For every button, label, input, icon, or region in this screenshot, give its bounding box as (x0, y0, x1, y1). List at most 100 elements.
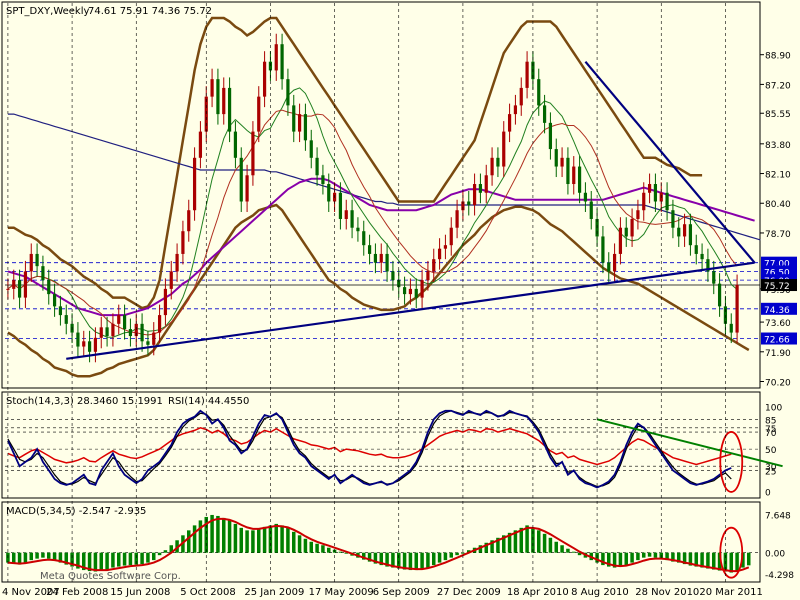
candle-body (192, 157, 197, 211)
candle-body (618, 227, 623, 254)
macd-bar (747, 552, 751, 566)
candle-body (128, 329, 133, 337)
candle-body (572, 166, 576, 185)
macd-bar (548, 537, 553, 553)
stoch-tick-label: 70 (765, 429, 777, 439)
candle-body (29, 253, 33, 272)
macd-bar (146, 552, 150, 563)
macd-bar (432, 552, 436, 566)
x-tick-label: 5 Oct 2008 (180, 587, 235, 598)
candle-body (636, 210, 640, 219)
candle-body (6, 288, 10, 290)
candle-body (222, 87, 226, 115)
price-ohlc: 74.61 75.91 74.36 75.72 (88, 6, 212, 17)
candle-body (665, 192, 669, 211)
copyright-annotation: Meta Quotes Software Corp. (40, 571, 181, 582)
macd-bar (23, 552, 28, 563)
candle-body (414, 288, 418, 298)
candle-body (525, 61, 529, 88)
macd-bar (642, 552, 646, 558)
candle-body (280, 44, 284, 80)
candle-body (537, 79, 541, 106)
macd-bar (437, 552, 442, 563)
level-label: 72.66 (764, 336, 790, 346)
macd-bar (443, 552, 448, 561)
candle-body (402, 287, 407, 295)
macd-bar (414, 552, 418, 571)
macd-bar (262, 526, 267, 553)
macd-bar (653, 552, 658, 558)
candle-body (577, 166, 582, 193)
candle-body (362, 231, 366, 246)
macd-bar (321, 545, 325, 553)
macd-bar (257, 528, 261, 553)
candle-body (87, 341, 92, 352)
candle-body (35, 253, 39, 267)
candle-body (122, 315, 127, 330)
stoch-title: Stoch(14,3,3) 28.3460 15.1991 (6, 396, 163, 407)
candle-body (187, 210, 191, 232)
y-tick-label: 87.20 (765, 81, 791, 91)
candle-body (548, 122, 553, 150)
candle-body (478, 184, 483, 193)
macd-bar (111, 552, 115, 568)
macd-bar (41, 552, 45, 558)
candle-body (227, 87, 232, 132)
candle-body (350, 210, 354, 228)
candle-body (262, 61, 267, 97)
candle-body (111, 323, 115, 337)
x-tick-label: 8 Aug 2010 (571, 587, 629, 598)
candle-body (379, 253, 383, 263)
candle-body (607, 262, 611, 272)
macd-bar (163, 550, 168, 553)
macd-bar (274, 523, 278, 553)
candle-body (12, 280, 16, 289)
rsi-title: RSI(14) 44.4550 (168, 396, 249, 407)
candle-body (175, 253, 179, 272)
candle-body (245, 175, 249, 202)
macd-bar (227, 520, 232, 553)
macd-bar (99, 552, 103, 571)
macd-bar (192, 525, 197, 553)
stoch-tick-label: 0 (765, 489, 771, 499)
macd-tick-label: 0.00 (765, 550, 785, 560)
candle-body (315, 157, 319, 176)
macd-bar (157, 552, 162, 556)
candle-body (385, 253, 389, 272)
y-tick-label: 71.90 (765, 349, 791, 359)
candle-body (146, 341, 150, 345)
candle-body (583, 192, 588, 202)
macd-bar (245, 530, 249, 553)
macd-bar (408, 552, 413, 571)
candle-body (338, 192, 343, 219)
candle-body (554, 149, 558, 167)
stoch-tick-label: 50 (765, 446, 777, 456)
macd-bar (647, 552, 652, 557)
candle-body (41, 266, 45, 281)
candle-body (286, 79, 290, 106)
macd-bar (303, 538, 308, 553)
candle-body (292, 105, 296, 132)
y-tick-label: 78.70 (765, 230, 791, 240)
candle-body (601, 236, 605, 263)
candle-body (356, 227, 360, 232)
y-tick-label: 83.80 (765, 141, 791, 151)
macd-bar (566, 548, 570, 553)
candle-body (274, 44, 278, 71)
candle-body (502, 131, 506, 167)
macd-bar (554, 541, 558, 553)
y-tick-label: 88.90 (765, 52, 791, 62)
candle-body (327, 184, 331, 202)
macd-bar (93, 552, 98, 572)
level-label: 74.36 (764, 306, 790, 316)
macd-bar (198, 520, 203, 553)
candle-body (688, 224, 693, 246)
y-tick-label: 73.60 (765, 319, 791, 329)
macd-bar (152, 552, 156, 561)
macd-bar (292, 531, 296, 553)
candle-body (344, 210, 348, 219)
candle-body (198, 131, 203, 158)
x-tick-label: 6 Sep 2009 (373, 587, 430, 598)
candle-body (105, 327, 109, 337)
candle-body (694, 245, 698, 254)
